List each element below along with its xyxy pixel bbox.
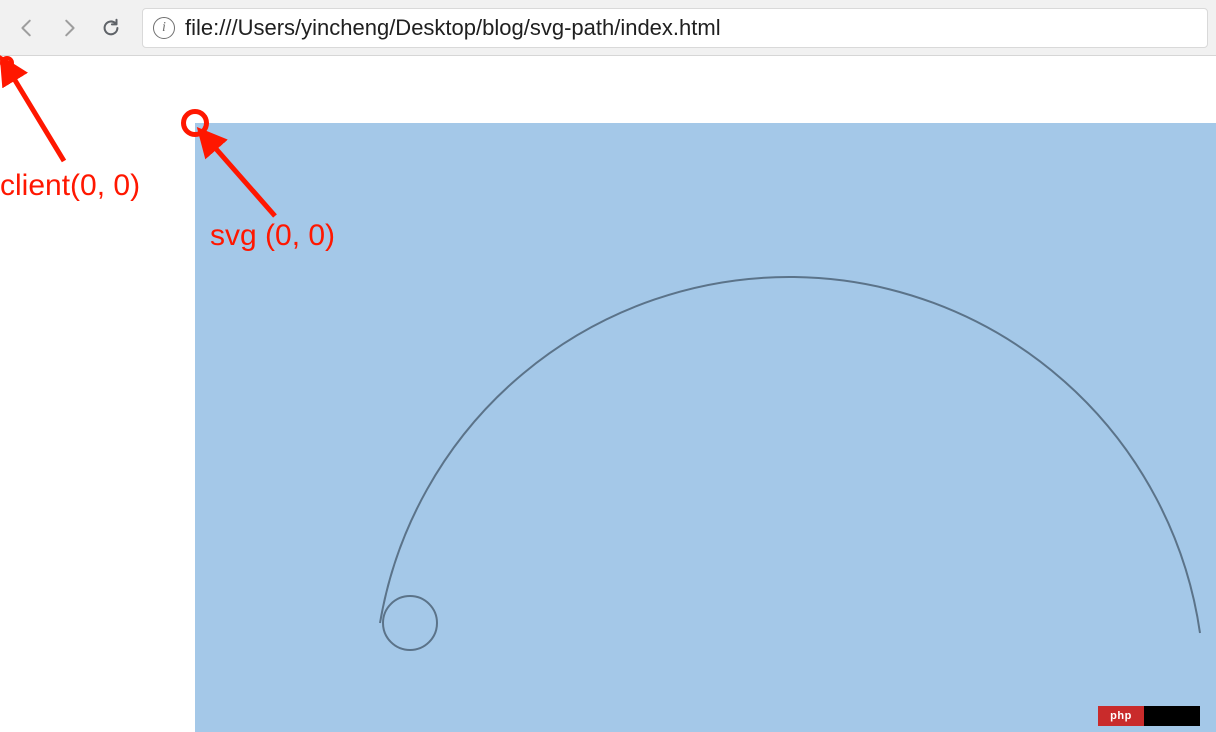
arrow-left-icon: [16, 17, 38, 39]
svg-canvas: [195, 123, 1216, 732]
php-badge-right: [1144, 706, 1200, 726]
address-bar[interactable]: i file:///Users/yincheng/Desktop/blog/sv…: [142, 8, 1208, 48]
arc-path: [380, 277, 1200, 633]
page-content: client(0, 0) svg (0, 0) php: [0, 56, 1216, 732]
reload-button[interactable]: [92, 9, 130, 47]
client-origin-label: client(0, 0): [0, 169, 140, 203]
browser-toolbar: i file:///Users/yincheng/Desktop/blog/sv…: [0, 0, 1216, 56]
url-text: file:///Users/yincheng/Desktop/blog/svg-…: [185, 15, 721, 41]
forward-button[interactable]: [50, 9, 88, 47]
arc-start-circle: [383, 596, 437, 650]
svg-origin-marker: [181, 109, 209, 137]
site-info-icon[interactable]: i: [153, 17, 175, 39]
client-origin-arrow: [4, 66, 94, 166]
back-button[interactable]: [8, 9, 46, 47]
php-badge: php: [1098, 706, 1200, 726]
svg-drawing: [195, 123, 1216, 732]
php-badge-label: php: [1098, 706, 1144, 726]
reload-icon: [100, 17, 122, 39]
arrow-right-icon: [58, 17, 80, 39]
svg-origin-label: svg (0, 0): [210, 219, 335, 253]
